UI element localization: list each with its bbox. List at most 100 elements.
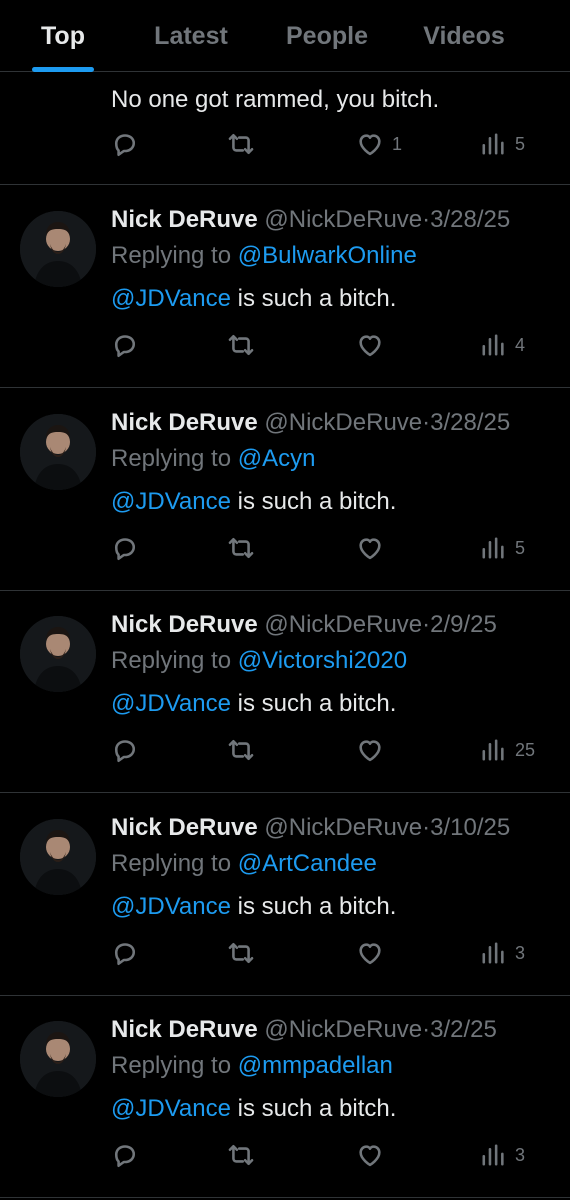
tab-top[interactable]: Top <box>0 0 126 72</box>
tweet[interactable]: Nick DeRuve @NickDeRuve·3/10/25 Replying… <box>0 793 570 996</box>
replying-to-link[interactable]: @Victorshi2020 <box>238 647 407 674</box>
avatar[interactable] <box>20 819 96 895</box>
mention-link[interactable]: @JDVance <box>111 893 231 920</box>
separator-dot: · <box>422 814 431 841</box>
heart-icon <box>359 740 381 762</box>
like-button[interactable] <box>356 1140 384 1170</box>
tweet-date[interactable]: 2/9/25 <box>430 611 497 638</box>
mention-link[interactable]: @JDVance <box>111 488 231 515</box>
tab-videos-label: Videos <box>423 21 505 50</box>
like-button[interactable] <box>356 938 384 968</box>
like-button[interactable] <box>356 735 384 765</box>
like-button[interactable]: 1 <box>356 129 402 159</box>
avatar[interactable] <box>20 616 96 692</box>
like-button[interactable] <box>356 533 384 563</box>
reply-button[interactable] <box>111 330 139 360</box>
replying-prefix: Replying to <box>111 242 232 269</box>
heart-icon <box>359 335 381 357</box>
retweet-button[interactable] <box>227 938 255 968</box>
retweet-icon <box>228 537 254 559</box>
views-chart-icon <box>482 133 504 155</box>
reply-button[interactable] <box>111 938 139 968</box>
view-count: 5 <box>515 537 526 558</box>
author-name[interactable]: Nick DeRuve <box>111 206 258 233</box>
tweet-text: @JDVance is such a bitch. <box>111 689 396 719</box>
separator-dot: · <box>422 1016 431 1043</box>
reply-button[interactable] <box>111 735 139 765</box>
views-button[interactable]: 4 <box>479 330 525 360</box>
reply-icon <box>114 134 136 157</box>
author-name[interactable]: Nick DeRuve <box>111 1016 258 1043</box>
replying-to-link[interactable]: @mmpadellan <box>238 1052 393 1079</box>
like-button[interactable] <box>356 330 384 360</box>
heart-icon <box>359 1145 381 1167</box>
replying-to-link[interactable]: @Acyn <box>238 445 316 472</box>
views-button[interactable]: 3 <box>479 938 525 968</box>
author-name[interactable]: Nick DeRuve <box>111 814 258 841</box>
tweet-body: is such a bitch. <box>230 690 397 717</box>
author-name[interactable]: Nick DeRuve <box>111 611 258 638</box>
tweet-actions: 1 5 <box>111 129 551 159</box>
retweet-icon <box>228 942 254 964</box>
tweet-date[interactable]: 3/28/25 <box>430 206 510 233</box>
views-button[interactable]: 5 <box>479 533 525 563</box>
views-button[interactable]: 3 <box>479 1140 525 1170</box>
tweet[interactable]: Nick DeRuve @NickDeRuve·3/2/25 Replying … <box>0 995 570 1198</box>
tab-videos[interactable]: Videos <box>398 0 530 72</box>
view-count: 3 <box>515 942 526 963</box>
tweet-date[interactable]: 3/10/25 <box>430 814 510 841</box>
reply-button[interactable] <box>111 533 139 563</box>
retweet-button[interactable] <box>227 735 255 765</box>
mention-link[interactable]: @JDVance <box>111 690 231 717</box>
replying-to-link[interactable]: @ArtCandee <box>238 850 377 877</box>
reply-button[interactable] <box>111 129 139 159</box>
retweet-button[interactable] <box>227 533 255 563</box>
views-button[interactable]: 25 <box>479 735 535 765</box>
reply-button[interactable] <box>111 1140 139 1170</box>
replying-to-link[interactable]: @BulwarkOnline <box>238 242 417 269</box>
author-handle[interactable]: @NickDeRuve <box>264 814 422 841</box>
author-handle[interactable]: @NickDeRuve <box>264 1016 422 1043</box>
author-handle[interactable]: @NickDeRuve <box>264 611 422 638</box>
replying-prefix: Replying to <box>111 1052 232 1079</box>
tweet-date[interactable]: 3/28/25 <box>430 409 510 436</box>
separator-dot: · <box>422 409 431 436</box>
views-button[interactable]: 5 <box>479 129 525 159</box>
tweet-date[interactable]: 3/2/25 <box>430 1016 497 1043</box>
view-count: 3 <box>515 1144 526 1165</box>
view-count: 25 <box>515 739 536 760</box>
retweet-icon <box>228 133 254 155</box>
separator-dot: · <box>422 611 431 638</box>
tweet-body: is such a bitch. <box>230 1095 397 1122</box>
tweet-body: is such a bitch. <box>230 285 397 312</box>
mention-link[interactable]: @JDVance <box>111 285 231 312</box>
author-name[interactable]: Nick DeRuve <box>111 409 258 436</box>
tweet-actions: 25 <box>111 735 551 765</box>
views-chart-icon <box>482 739 504 761</box>
author-handle[interactable]: @NickDeRuve <box>264 206 422 233</box>
tweet-partial[interactable]: No one got rammed, you bitch. 1 5 <box>0 72 570 185</box>
avatar[interactable] <box>20 414 96 490</box>
tab-latest-label: Latest <box>154 21 228 50</box>
author-handle[interactable]: @NickDeRuve <box>264 409 422 436</box>
retweet-button[interactable] <box>227 1140 255 1170</box>
retweet-button[interactable] <box>227 330 255 360</box>
tweet[interactable]: Nick DeRuve @NickDeRuve·3/28/25 Replying… <box>0 388 570 591</box>
tweet[interactable]: Nick DeRuve @NickDeRuve·2/9/25 Replying … <box>0 590 570 793</box>
reply-icon <box>114 1145 136 1168</box>
avatar[interactable] <box>20 1021 96 1097</box>
avatar[interactable] <box>20 211 96 287</box>
views-chart-icon <box>482 537 504 559</box>
tab-people[interactable]: People <box>256 0 398 72</box>
tab-latest[interactable]: Latest <box>126 0 256 72</box>
retweet-icon <box>228 334 254 356</box>
tweet-header: Nick DeRuve @NickDeRuve·3/28/25 <box>111 408 510 438</box>
tweet[interactable]: Nick DeRuve @NickDeRuve·3/28/25 Replying… <box>0 185 570 388</box>
reply-icon <box>114 740 136 763</box>
reply-icon <box>114 335 136 358</box>
reply-icon <box>114 538 136 561</box>
tweet-header: Nick DeRuve @NickDeRuve·2/9/25 <box>111 610 497 640</box>
retweet-button[interactable] <box>227 129 255 159</box>
heart-icon <box>359 943 381 965</box>
mention-link[interactable]: @JDVance <box>111 1095 231 1122</box>
